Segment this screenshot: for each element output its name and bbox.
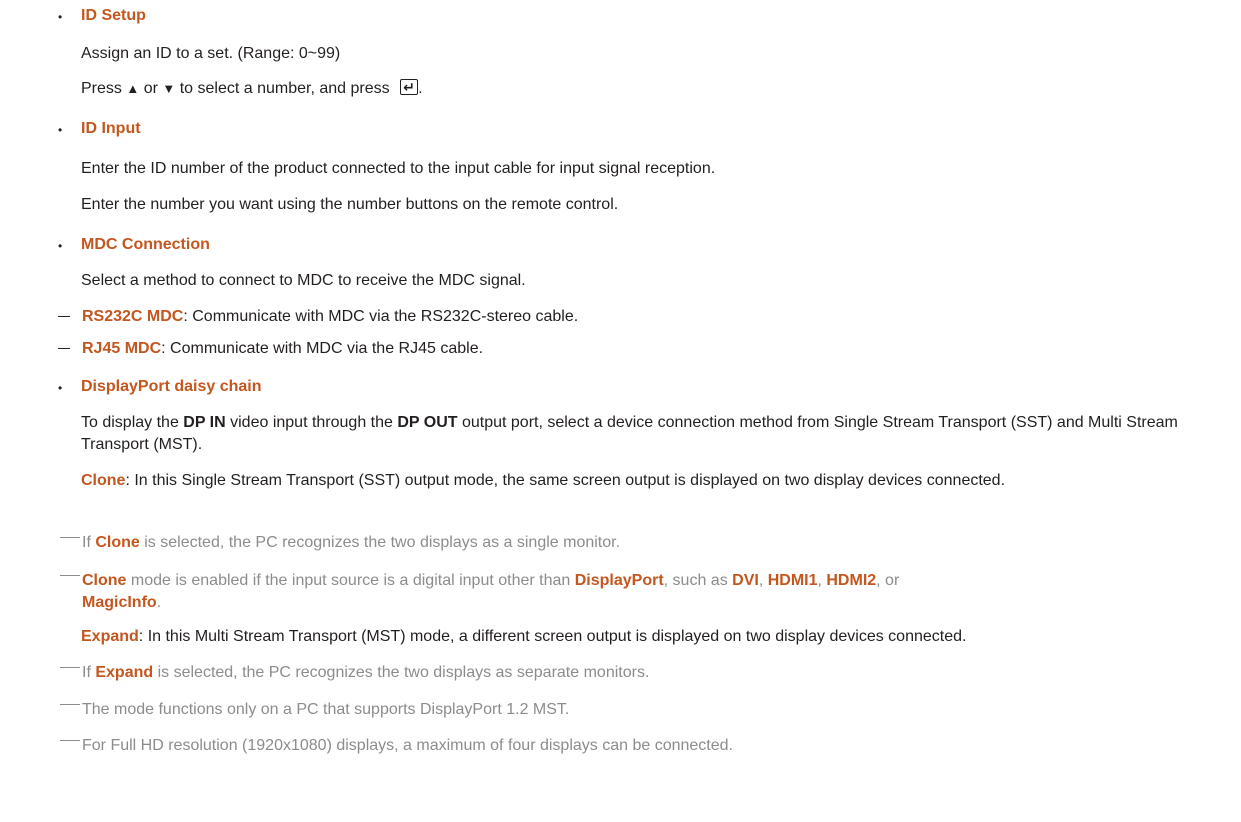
bullet-icon: • [58,10,63,24]
note-icon [60,704,80,705]
expand-mode-desc: Expand: In this Multi Stream Transport (… [81,628,967,645]
down-arrow-icon: ▼ [162,81,176,96]
section-title-displayport-daisy-chain: DisplayPort daisy chain [81,378,262,395]
up-arrow-icon: ▲ [126,81,140,96]
note-icon [60,740,80,741]
bullet-icon: • [58,239,63,253]
bullet-icon: • [58,381,63,395]
enter-icon [400,76,419,98]
note-icon [60,537,80,538]
dash-icon [58,316,70,318]
section-title-id-setup: ID Setup [81,7,146,24]
daisy-chain-intro: To display the DP IN video input through… [81,414,1178,453]
note-expand-separate-monitors: If Expand is selected, the PC recognizes… [60,662,1210,684]
id-setup-range-text: Assign an ID to a set. (Range: 0~99) [81,45,341,62]
bullet-icon: • [58,123,63,137]
mdc-option-rs232c: RS232C MDC: Communicate with MDC via the… [58,306,578,328]
clone-mode-desc: Clone: In this Single Stream Transport (… [81,472,1006,489]
manual-page: • ID Setup Assign an ID to a set. (Range… [0,0,1241,822]
id-input-desc-1: Enter the ID number of the product conne… [81,160,716,177]
note-icon [60,575,80,576]
id-setup-press-line: Press ▲ or ▼ to select a number, and pre… [81,76,423,100]
mdc-option-rj45: RJ45 MDC: Communicate with MDC via the R… [58,338,483,360]
section-title-mdc-connection: MDC Connection [81,236,210,253]
note-full-hd-max-displays: For Full HD resolution (1920x1080) displ… [60,735,1210,757]
note-clone-single-monitor: If Clone is selected, the PC recognizes … [60,532,1210,554]
note-icon [60,667,80,668]
section-title-id-input: ID Input [81,120,141,137]
dash-icon [58,348,70,350]
mdc-connection-desc: Select a method to connect to MDC to rec… [81,272,526,289]
note-displayport-mst: The mode functions only on a PC that sup… [60,699,1210,721]
id-input-desc-2: Enter the number you want using the numb… [81,196,619,213]
note-clone-digital-input: Clone mode is enabled if the input sourc… [60,570,1190,614]
